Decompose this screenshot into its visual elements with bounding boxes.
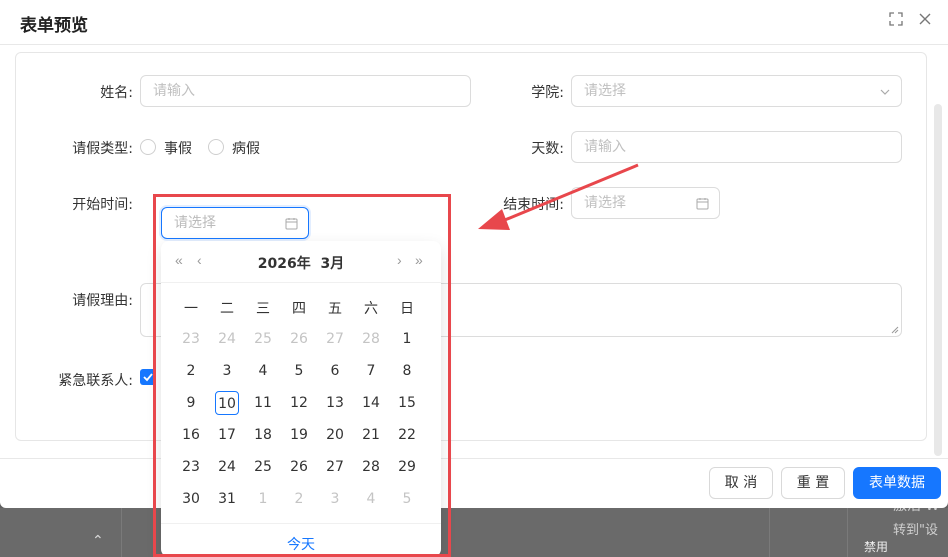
days-label: 天数: [531,141,564,157]
scrollbar[interactable] [934,104,942,456]
radio-personal-leave[interactable] [140,139,156,155]
reset-button[interactable]: 重 置 [781,467,845,499]
resize-handle-icon[interactable] [891,326,899,334]
college-label: 学院: [531,85,564,101]
days-input[interactable]: 请输入 [571,131,902,163]
background-cell [770,508,848,557]
cancel-button[interactable]: 取 消 [709,467,773,499]
watermark-text: 转到"设 [893,523,938,538]
leave-type-label: 请假类型: [72,141,133,157]
college-placeholder: 请选择 [584,83,626,99]
chevron-up-icon: ⌃ [92,532,104,548]
name-input[interactable]: 请输入 [140,75,471,107]
end-time-picker[interactable]: 请选择 [571,187,720,219]
chevron-down-icon [879,76,891,109]
start-time-label: 开始时间: [72,197,133,213]
close-icon[interactable] [917,12,933,28]
status-text: 禁用 [864,540,889,554]
calendar-icon [696,188,709,221]
emergency-contact-label: 紧急联系人: [58,373,133,389]
form-preview-modal: 表单预览 姓名: 请输入 学院: 请选择 请假类型: 事假 病假 天数: 请输入… [0,0,948,508]
name-label: 姓名: [100,85,133,101]
college-select[interactable]: 请选择 [571,75,902,107]
radio-label[interactable]: 病假 [232,138,260,158]
end-time-label: 结束时间: [503,197,564,213]
annotation-highlight-box [153,194,451,557]
end-time-placeholder: 请选择 [584,195,626,211]
submit-button[interactable]: 表单数据 [853,467,941,499]
expand-icon[interactable] [888,12,904,28]
radio-label[interactable]: 事假 [164,138,192,158]
modal-header: 表单预览 [0,0,948,45]
radio-sick-leave[interactable] [208,139,224,155]
reason-label: 请假理由: [72,293,133,309]
modal-title: 表单预览 [20,16,88,36]
